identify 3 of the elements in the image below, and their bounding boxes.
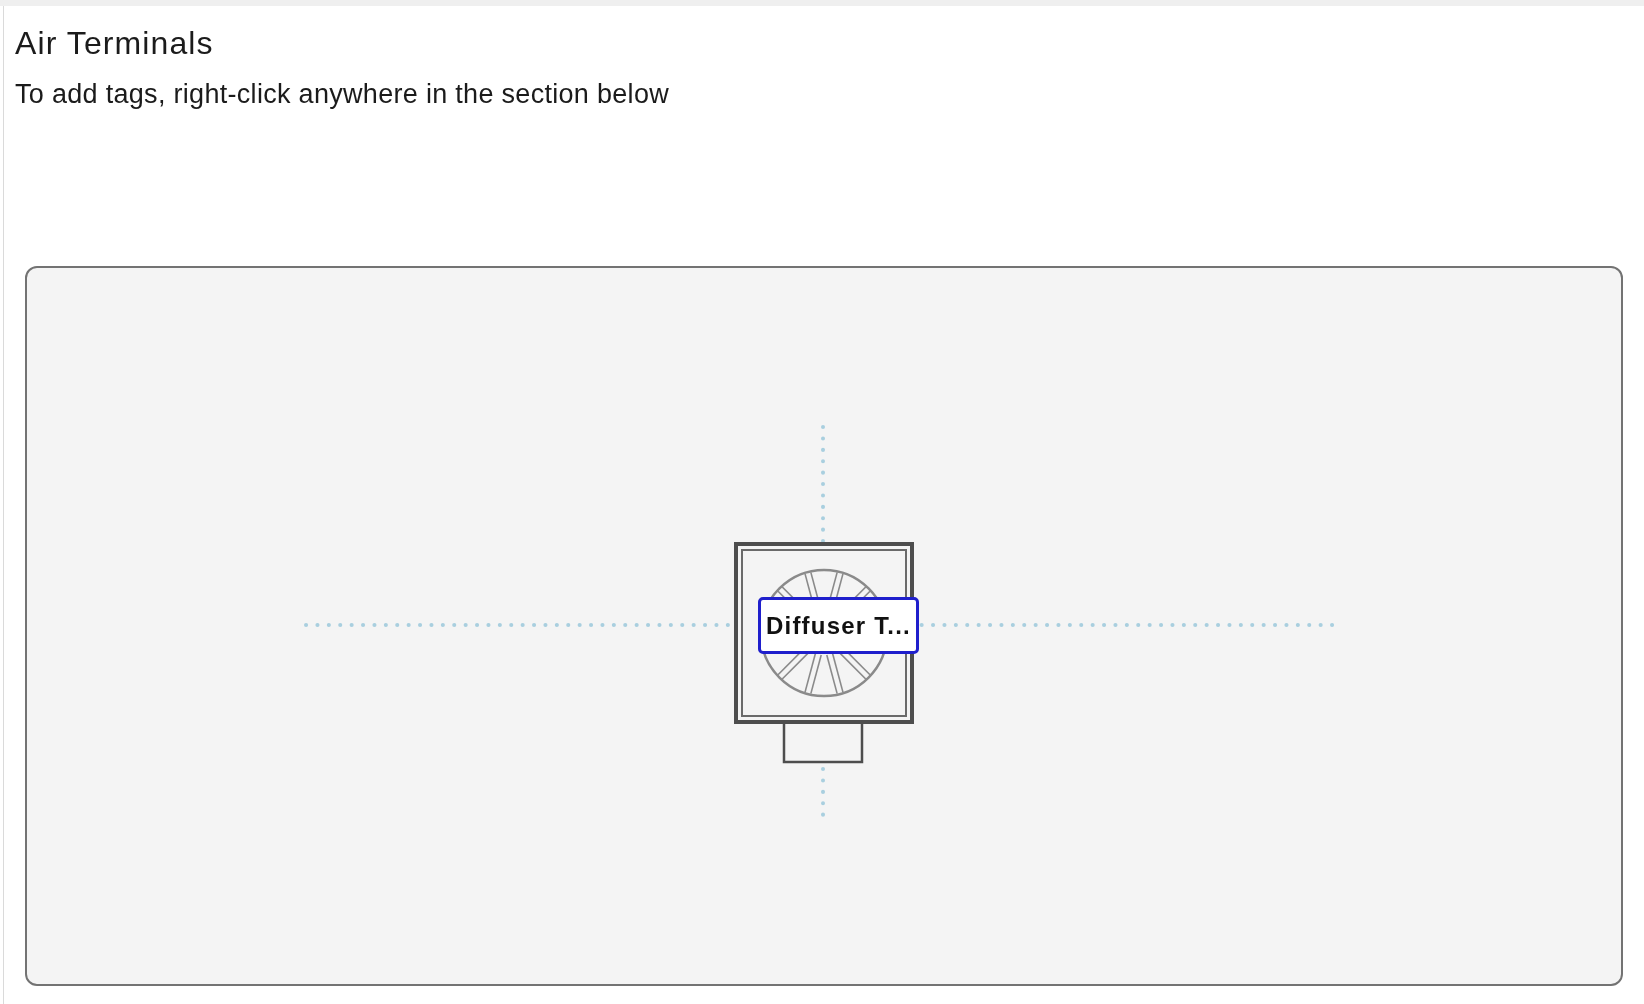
instruction-text: To add tags, right-click anywhere in the section below (15, 78, 670, 110)
section-title: Air Terminals (15, 24, 214, 62)
tag-label[interactable]: Diffuser T... (758, 597, 919, 654)
